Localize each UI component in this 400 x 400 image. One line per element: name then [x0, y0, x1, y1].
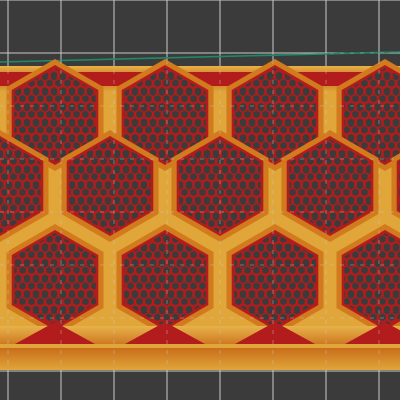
bottom-perimeter-line: [0, 344, 400, 348]
toolpath-scene: [0, 0, 400, 400]
slicer-preview-viewport[interactable]: [0, 0, 400, 400]
